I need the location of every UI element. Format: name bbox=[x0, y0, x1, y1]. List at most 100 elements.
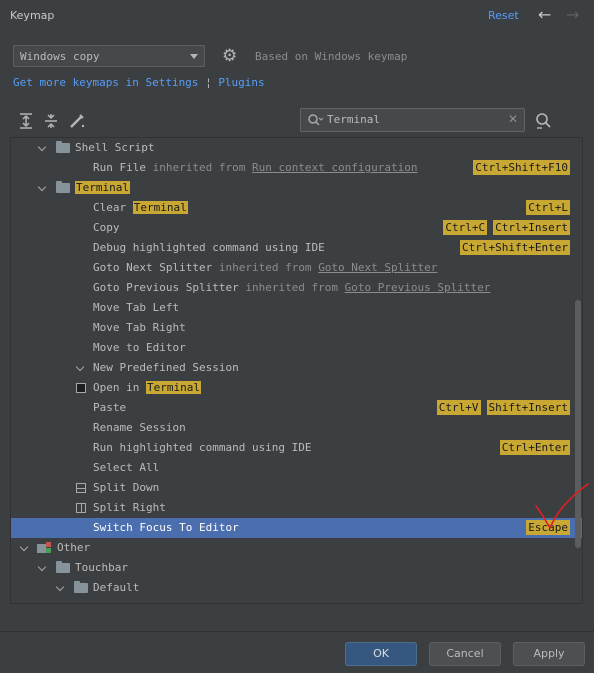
tree-row-run-file[interactable]: Run File inherited from Run context conf… bbox=[11, 158, 582, 178]
tree-label: Other bbox=[57, 541, 91, 554]
plugins-link[interactable]: Plugins bbox=[218, 76, 264, 89]
shortcut-badges: Ctrl+L bbox=[520, 198, 570, 218]
tree-row-goto-next[interactable]: Goto Next Splitter inherited from Goto N… bbox=[11, 258, 582, 278]
shortcut-badge: Ctrl+L bbox=[526, 200, 570, 215]
folder-icon bbox=[56, 561, 70, 573]
shortcut-badge: Ctrl+Enter bbox=[499, 440, 570, 455]
chevron-down-icon[interactable] bbox=[37, 558, 49, 578]
expand-all-icon[interactable] bbox=[17, 112, 35, 130]
tree-label: Move Tab Left bbox=[93, 301, 180, 314]
tree-label: Touchbar bbox=[75, 561, 128, 574]
tree-label: Move to Editor bbox=[93, 341, 186, 354]
folder-icon bbox=[56, 181, 70, 193]
tree-label: Open in Terminal bbox=[93, 381, 201, 394]
close-icon[interactable]: ✕ bbox=[508, 112, 518, 126]
chevron-down-icon[interactable] bbox=[75, 358, 87, 378]
edit-shortcut-icon[interactable] bbox=[68, 112, 86, 130]
tree-row-move-left[interactable]: Move Tab Left bbox=[11, 298, 582, 318]
tree-label: Goto Next Splitter inherited from Goto N… bbox=[93, 261, 438, 274]
shortcut-badge: Ctrl+C bbox=[443, 220, 488, 235]
terminal-icon bbox=[76, 383, 86, 393]
gear-icon[interactable]: ⚙ bbox=[222, 47, 237, 65]
shortcut-badges: Ctrl+Shift+F10 bbox=[467, 158, 570, 178]
tree-label: Paste bbox=[93, 401, 127, 414]
tree-row-move-right[interactable]: Move Tab Right bbox=[11, 318, 582, 338]
tree-row-rename[interactable]: Rename Session bbox=[11, 418, 582, 438]
tree-row-switch-focus[interactable]: Switch Focus To Editor Escape bbox=[11, 518, 582, 538]
split-horizontal-icon bbox=[76, 483, 86, 493]
keymap-select[interactable]: Windows copy bbox=[13, 45, 205, 67]
tree-label: Move Tab Right bbox=[93, 321, 186, 334]
shortcut-badges: Ctrl+V Shift+Insert bbox=[431, 398, 570, 418]
cancel-button[interactable]: Cancel bbox=[429, 642, 501, 666]
tree-row-open-terminal[interactable]: Open in Terminal bbox=[11, 378, 582, 398]
chevron-down-icon[interactable] bbox=[37, 178, 49, 198]
chevron-down-icon[interactable] bbox=[19, 538, 31, 558]
ok-button[interactable]: OK bbox=[345, 642, 417, 666]
tree-row-split-down[interactable]: Split Down bbox=[11, 478, 582, 498]
tree-row-terminal[interactable]: Terminal bbox=[11, 178, 582, 198]
tree-label: Switch Focus To Editor bbox=[93, 521, 239, 534]
chevron-down-icon[interactable] bbox=[37, 138, 49, 158]
tree-label: New Predefined Session bbox=[93, 361, 239, 374]
tree-label: Clear Terminal bbox=[93, 201, 188, 214]
tree-row-default[interactable]: Default bbox=[11, 578, 582, 598]
apply-button[interactable]: Apply bbox=[513, 642, 585, 666]
tree-label: Rename Session bbox=[93, 421, 186, 434]
settings-link[interactable]: Get more keymaps in Settings bbox=[13, 76, 198, 89]
tree-label: Terminal bbox=[75, 181, 130, 194]
tree-row-split-right[interactable]: Split Right bbox=[11, 498, 582, 518]
tree-label: Copy bbox=[93, 221, 120, 234]
tree-label: Goto Previous Splitter inherited from Go… bbox=[93, 281, 491, 294]
tree-row-clear-terminal[interactable]: Clear Terminal Ctrl+L bbox=[11, 198, 582, 218]
shortcut-badges: Ctrl+C Ctrl+Insert bbox=[437, 218, 570, 238]
tree-label: Split Right bbox=[93, 501, 166, 514]
tree-label: Run highlighted command using IDE bbox=[93, 441, 312, 454]
tree-row-other[interactable]: Other bbox=[11, 538, 582, 558]
shortcut-badge: Shift+Insert bbox=[486, 400, 570, 415]
search-icon bbox=[308, 114, 323, 126]
tree-row-touchbar[interactable]: Touchbar bbox=[11, 558, 582, 578]
tree-row-run-highlighted[interactable]: Run highlighted command using IDE Ctrl+E… bbox=[11, 438, 582, 458]
tree-row-move-editor[interactable]: Move to Editor bbox=[11, 338, 582, 358]
shortcut-badge: Ctrl+Shift+F10 bbox=[473, 160, 570, 175]
tree-label: Select All bbox=[93, 461, 160, 474]
shortcut-badge: Ctrl+Shift+Enter bbox=[460, 240, 570, 255]
tree-row-goto-prev[interactable]: Goto Previous Splitter inherited from Go… bbox=[11, 278, 582, 298]
back-arrow-icon[interactable]: ← bbox=[538, 5, 551, 25]
folder-icon bbox=[74, 581, 88, 593]
dialog-title: Keymap bbox=[10, 9, 55, 22]
tree-label: Shell Script bbox=[75, 141, 155, 154]
collapse-all-icon[interactable] bbox=[42, 112, 60, 130]
shortcut-badge: Ctrl+V bbox=[436, 400, 481, 415]
search-input[interactable]: Terminal ✕ bbox=[300, 108, 525, 132]
keymap-tree: Shell Script Run File inherited from Run… bbox=[10, 137, 583, 604]
reset-link[interactable]: Reset bbox=[488, 9, 519, 22]
find-by-shortcut-icon[interactable] bbox=[534, 112, 552, 130]
folder-icon bbox=[56, 141, 70, 153]
annotation-checkmark bbox=[535, 483, 589, 529]
link-separator: ¦ bbox=[205, 76, 212, 89]
tree-label: Run File inherited from Run context conf… bbox=[93, 161, 418, 174]
tree-row-new-session[interactable]: New Predefined Session bbox=[11, 358, 582, 378]
split-vertical-icon bbox=[76, 503, 86, 513]
keymap-select-value: Windows copy bbox=[20, 50, 100, 63]
chevron-down-icon[interactable] bbox=[55, 578, 67, 598]
tree-row-copy[interactable]: Copy Ctrl+C Ctrl+Insert bbox=[11, 218, 582, 238]
tree-label: Debug highlighted command using IDE bbox=[93, 241, 325, 254]
shortcut-badge: Ctrl+Insert bbox=[493, 220, 570, 235]
tree-row-select-all[interactable]: Select All bbox=[11, 458, 582, 478]
tree-row-debug[interactable]: Debug highlighted command using IDE Ctrl… bbox=[11, 238, 582, 258]
forward-arrow-icon: → bbox=[566, 5, 580, 24]
tree-label: Default bbox=[93, 581, 140, 594]
tree-row-shell-script[interactable]: Shell Script bbox=[11, 138, 582, 158]
tree-label: Split Down bbox=[93, 481, 160, 494]
search-value: Terminal bbox=[327, 113, 380, 126]
shortcut-badges: Ctrl+Shift+Enter bbox=[454, 238, 570, 258]
chevron-down-icon bbox=[190, 54, 198, 59]
keymap-links: Get more keymaps in Settings ¦ Plugins bbox=[13, 76, 265, 89]
shortcut-badges: Ctrl+Enter bbox=[494, 438, 570, 458]
footer-divider bbox=[0, 631, 594, 632]
other-category-icon bbox=[37, 542, 51, 553]
tree-row-paste[interactable]: Paste Ctrl+V Shift+Insert bbox=[11, 398, 582, 418]
